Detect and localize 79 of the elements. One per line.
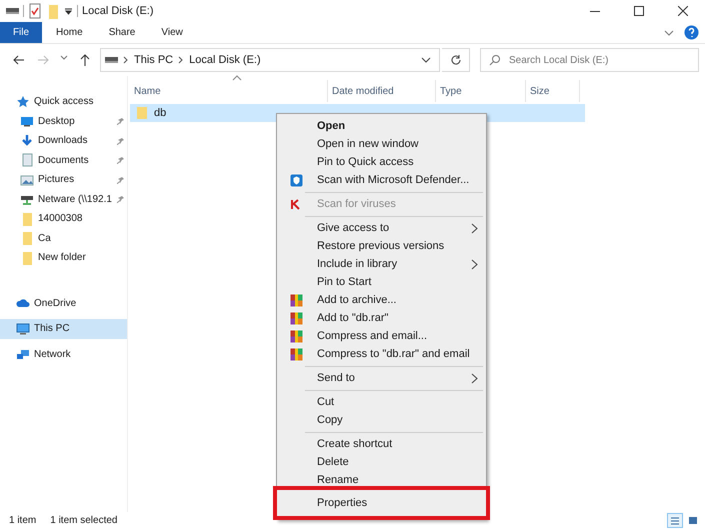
menu-item[interactable]: Restore previous versions xyxy=(277,237,486,255)
menu-item[interactable]: Compress to "db.rar" and email xyxy=(277,345,486,363)
nav-item[interactable]: Desktop xyxy=(0,112,127,131)
folder-icon xyxy=(136,106,148,120)
archive-icon xyxy=(290,294,303,306)
menu-item[interactable]: Include in library xyxy=(277,255,486,273)
nav-item[interactable]: Ca xyxy=(0,228,127,248)
menu-item[interactable]: Delete xyxy=(277,453,486,471)
menu-item[interactable]: Scan with Microsoft Defender... xyxy=(277,171,486,189)
menu-item[interactable]: Create shortcut xyxy=(277,435,486,453)
folder-icon xyxy=(20,250,34,265)
nav-item[interactable]: Downloads xyxy=(0,131,127,150)
drive-icon xyxy=(105,57,118,63)
menu-item[interactable]: Cut xyxy=(277,393,486,411)
nav-item[interactable]: Network xyxy=(0,344,127,364)
shield-icon xyxy=(290,174,303,186)
nav-item[interactable]: Pictures xyxy=(0,170,127,190)
archive-icon xyxy=(290,312,303,324)
nav-item[interactable]: This PC xyxy=(0,319,127,338)
folder-icon xyxy=(20,231,34,246)
help-icon[interactable] xyxy=(684,25,699,40)
chevron-icon xyxy=(123,56,129,64)
breadcrumb[interactable]: Local Disk (E:) xyxy=(189,52,261,68)
star-icon xyxy=(16,94,30,109)
view-button[interactable] xyxy=(667,513,683,528)
sort-icon xyxy=(232,75,242,81)
refresh-icon xyxy=(450,54,462,66)
computer-icon xyxy=(16,322,30,336)
address-field[interactable]: This PC Local Disk (E:) xyxy=(100,48,440,72)
menu-item[interactable]: Pin to Quick access xyxy=(277,153,486,171)
menu-item[interactable]: Send to xyxy=(277,369,486,387)
menu-item[interactable]: Give access to xyxy=(277,219,486,237)
close-icon xyxy=(678,6,688,16)
nav-item[interactable]: Quick access xyxy=(0,92,127,112)
breadcrumb[interactable]: This PC xyxy=(134,52,174,68)
nav-item[interactable]: New folder xyxy=(0,248,127,268)
minimize-icon xyxy=(590,10,600,12)
ribbon-tab[interactable]: View xyxy=(149,22,195,43)
menu-item[interactable]: Rename xyxy=(277,471,486,489)
menu-item[interactable]: Add to "db.rar" xyxy=(277,309,486,327)
ribbon-tab[interactable]: File xyxy=(0,22,42,43)
archive-icon xyxy=(290,330,303,342)
column-header[interactable]: Type xyxy=(436,80,526,102)
maximize-icon xyxy=(634,6,644,16)
dropdown-icon xyxy=(421,55,431,65)
menu-item[interactable]: Open xyxy=(277,117,486,135)
menu-item[interactable]: Pin to Start xyxy=(277,273,486,291)
status-text: 1 item xyxy=(9,514,36,528)
pictures-icon xyxy=(20,172,34,187)
desktop-icon xyxy=(20,114,34,128)
network-icon xyxy=(16,347,30,362)
download-icon xyxy=(20,134,34,148)
menu-item[interactable]: Copy xyxy=(277,411,486,429)
search-icon xyxy=(489,54,501,66)
menu-item[interactable]: Compress and email... xyxy=(277,327,486,345)
ribbon-tab[interactable]: Home xyxy=(44,22,95,43)
window-title: Local Disk (E:) xyxy=(82,4,154,19)
folder-icon xyxy=(20,212,34,226)
drive-icon xyxy=(6,8,19,14)
large-icons-view-icon xyxy=(686,514,700,527)
document-icon xyxy=(20,153,34,168)
nav-item[interactable]: Documents xyxy=(0,150,127,170)
nav-item[interactable]: 14000308 xyxy=(0,209,127,228)
menu-item[interactable]: Open in new window xyxy=(277,135,486,153)
column-header[interactable]: Date modified xyxy=(328,80,436,102)
search-field[interactable]: Search Local Disk (E:) xyxy=(480,48,699,72)
column-header[interactable]: Size xyxy=(526,80,580,102)
ribbon-tab[interactable]: Share xyxy=(96,22,148,43)
archive-icon xyxy=(290,348,303,360)
column-header[interactable]: Name xyxy=(130,80,328,102)
chevron-icon xyxy=(664,28,674,38)
nav-item[interactable]: OneDrive xyxy=(0,294,127,313)
dropdown-icon xyxy=(64,6,73,16)
status-text: 1 item selected xyxy=(50,514,118,528)
refresh-button[interactable] xyxy=(442,48,470,72)
menu-item[interactable]: Add to archive... xyxy=(277,291,486,309)
chevron-icon xyxy=(178,56,184,64)
properties-icon[interactable] xyxy=(28,3,42,19)
nav-item[interactable]: Netware (\\192.1 xyxy=(0,190,127,209)
